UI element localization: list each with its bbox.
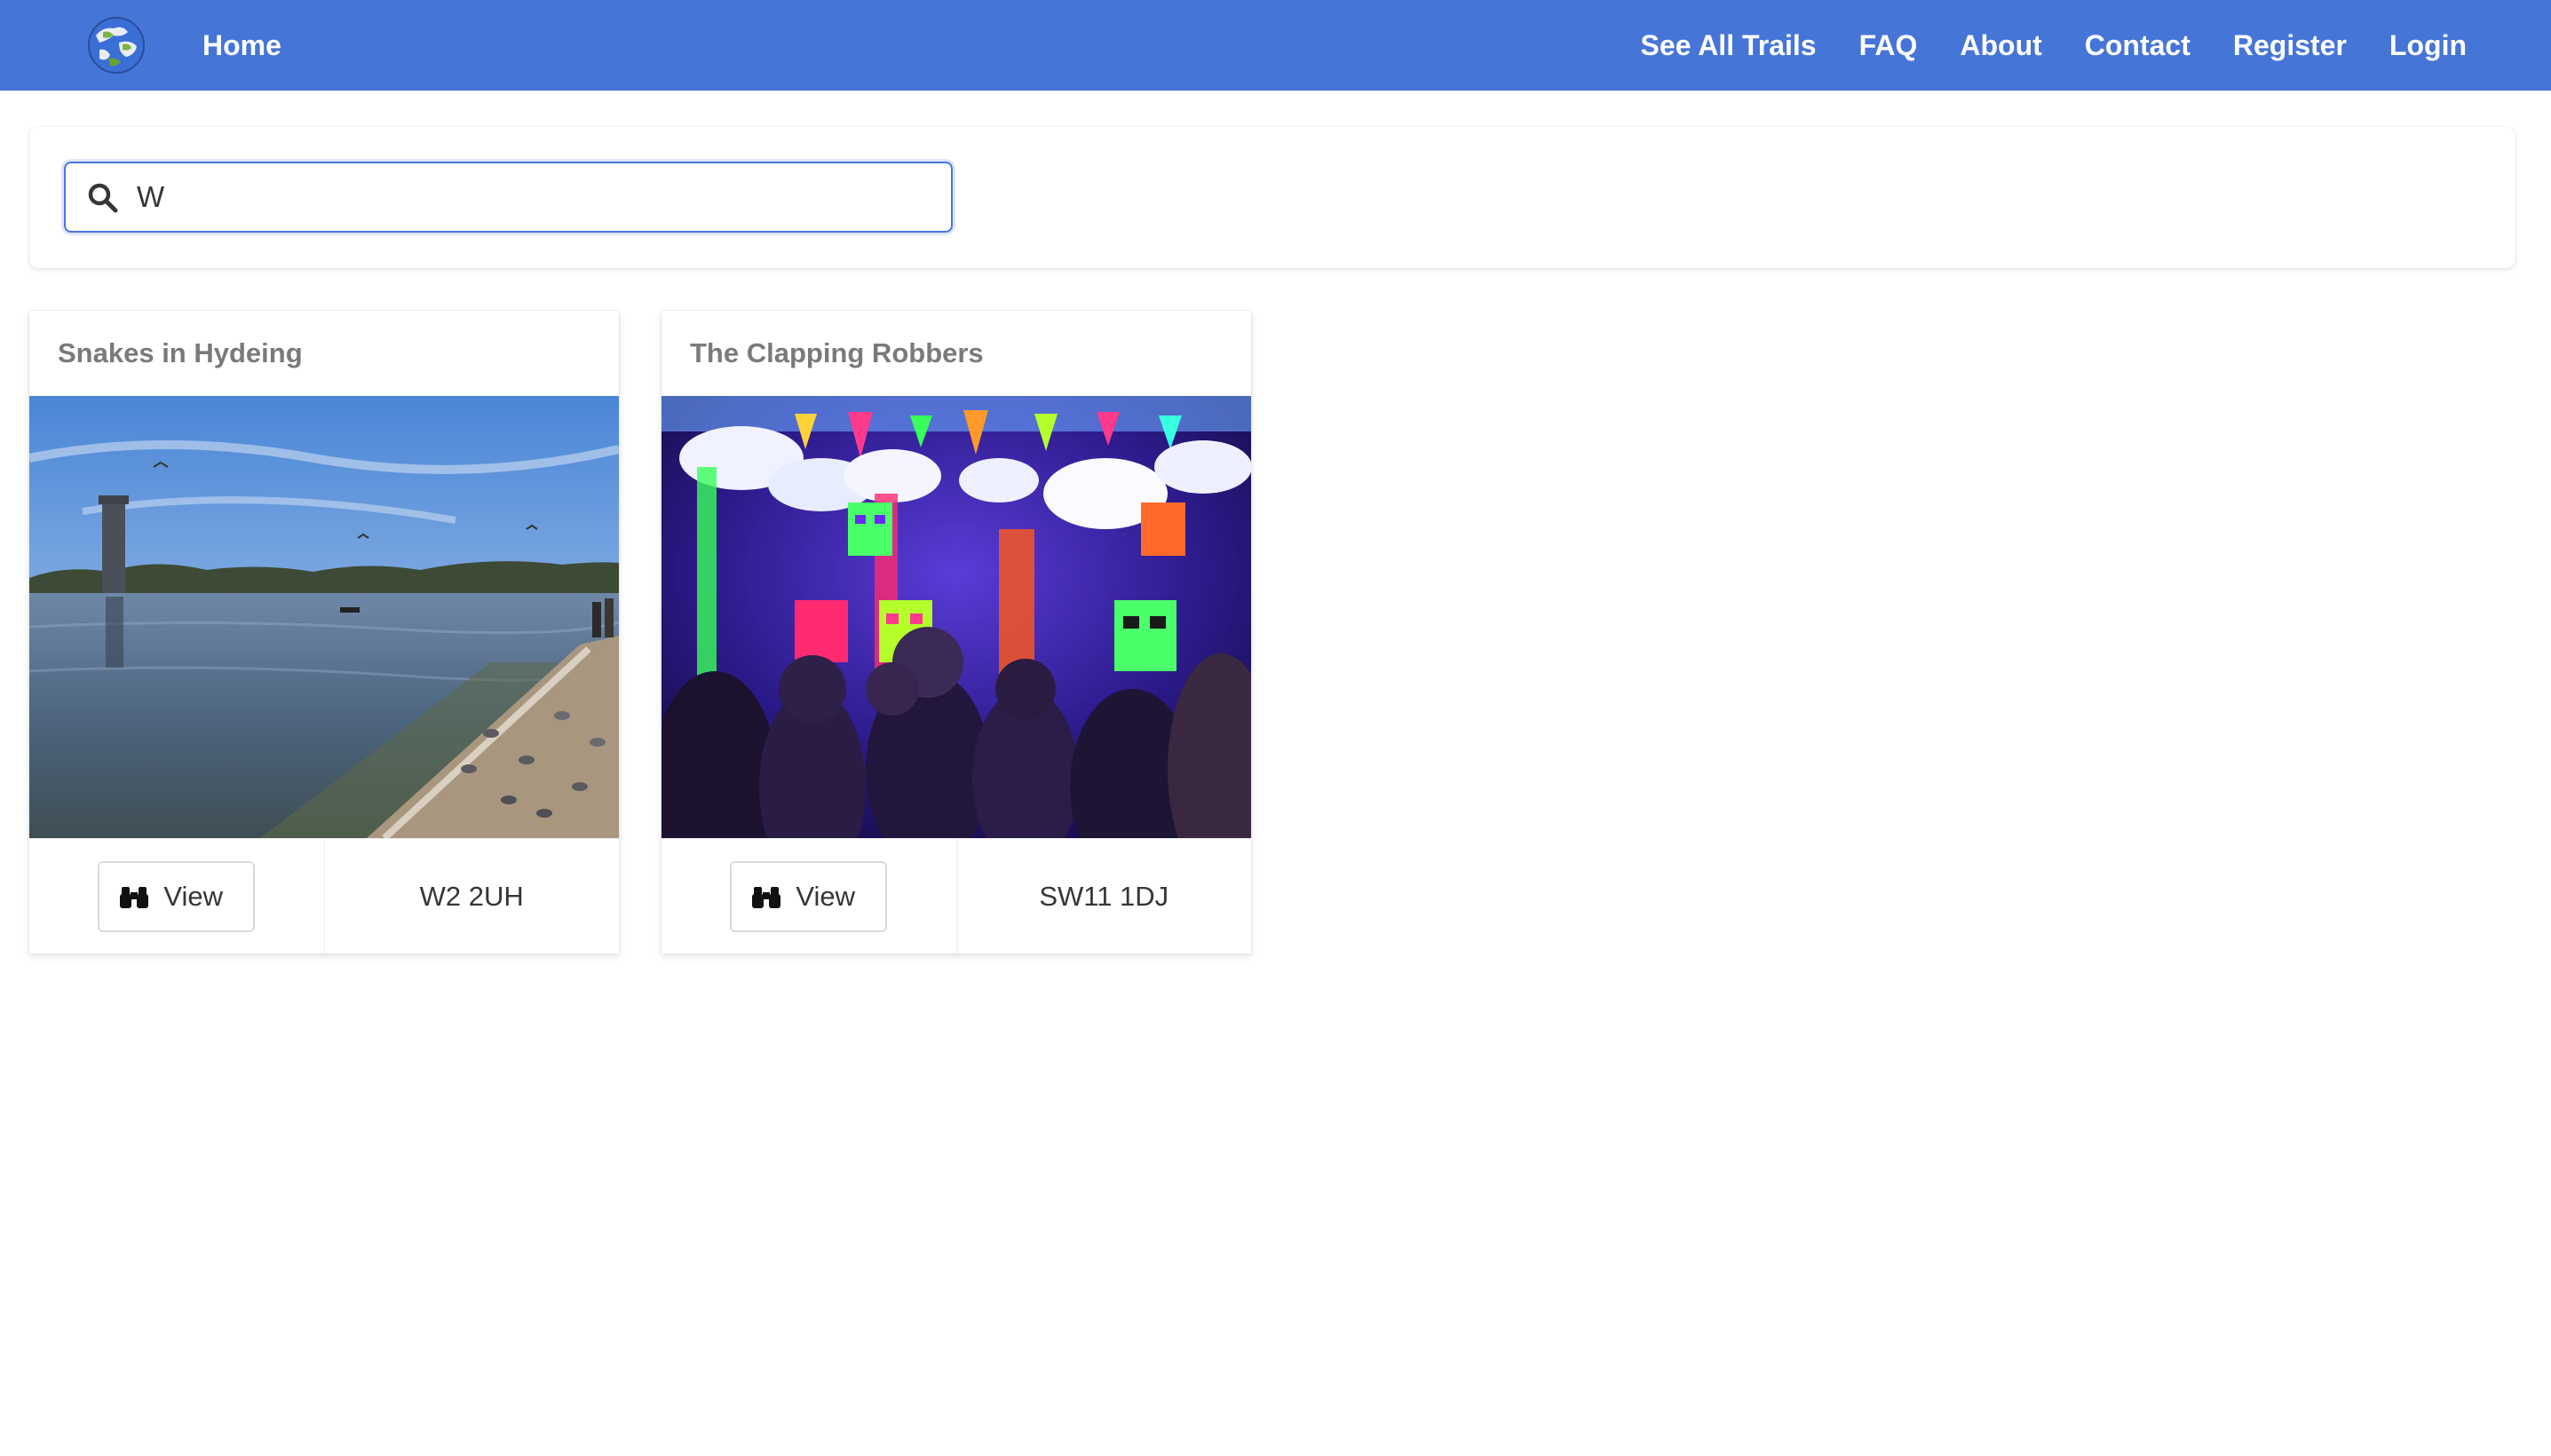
nav-link-contact[interactable]: Contact xyxy=(2085,29,2191,62)
neon-party-photo[interactable] xyxy=(662,396,1251,838)
binoculars-icon xyxy=(120,886,149,908)
footer-view-cell: View xyxy=(662,839,956,954)
binoculars-icon xyxy=(752,886,781,908)
trail-card-title: Snakes in Hydeing xyxy=(29,311,619,396)
top-navbar: Home See All Trails FAQ About Contact Re… xyxy=(0,0,2551,91)
search-icon xyxy=(88,183,118,213)
view-button-label: View xyxy=(796,880,856,912)
view-button[interactable]: View xyxy=(98,860,256,932)
view-button-label: View xyxy=(163,880,224,912)
footer-postcode-cell: SW11 1DJ xyxy=(955,839,1252,954)
search-input[interactable] xyxy=(137,170,936,224)
trail-postcode: W2 2UH xyxy=(419,880,524,912)
trail-postcode: SW11 1DJ xyxy=(1039,880,1169,912)
trail-card-footer: View W2 2UH xyxy=(29,838,619,954)
view-button[interactable]: View xyxy=(730,860,888,932)
globe-logo-icon[interactable] xyxy=(87,16,146,75)
trail-card: The Clapping Robbers View SW11 1DJ xyxy=(662,311,1251,954)
trail-card-title: The Clapping Robbers xyxy=(662,311,1251,396)
lake-photo[interactable] xyxy=(29,396,619,838)
nav-link-login[interactable]: Login xyxy=(2389,29,2467,62)
search-box[interactable] xyxy=(64,162,953,233)
trail-card-footer: View SW11 1DJ xyxy=(662,838,1251,954)
trail-card: Snakes in Hydeing View W2 2UH xyxy=(29,311,619,954)
nav-link-faq[interactable]: FAQ xyxy=(1859,29,1918,62)
footer-view-cell: View xyxy=(29,839,324,954)
nav-link-register[interactable]: Register xyxy=(2233,29,2347,62)
nav-home-link[interactable]: Home xyxy=(202,0,281,91)
footer-postcode-cell: W2 2UH xyxy=(323,839,620,954)
nav-link-about[interactable]: About xyxy=(1960,29,2041,62)
nav-links: See All Trails FAQ About Contact Registe… xyxy=(1641,0,2467,91)
nav-link-see-all-trails[interactable]: See All Trails xyxy=(1641,29,1817,62)
